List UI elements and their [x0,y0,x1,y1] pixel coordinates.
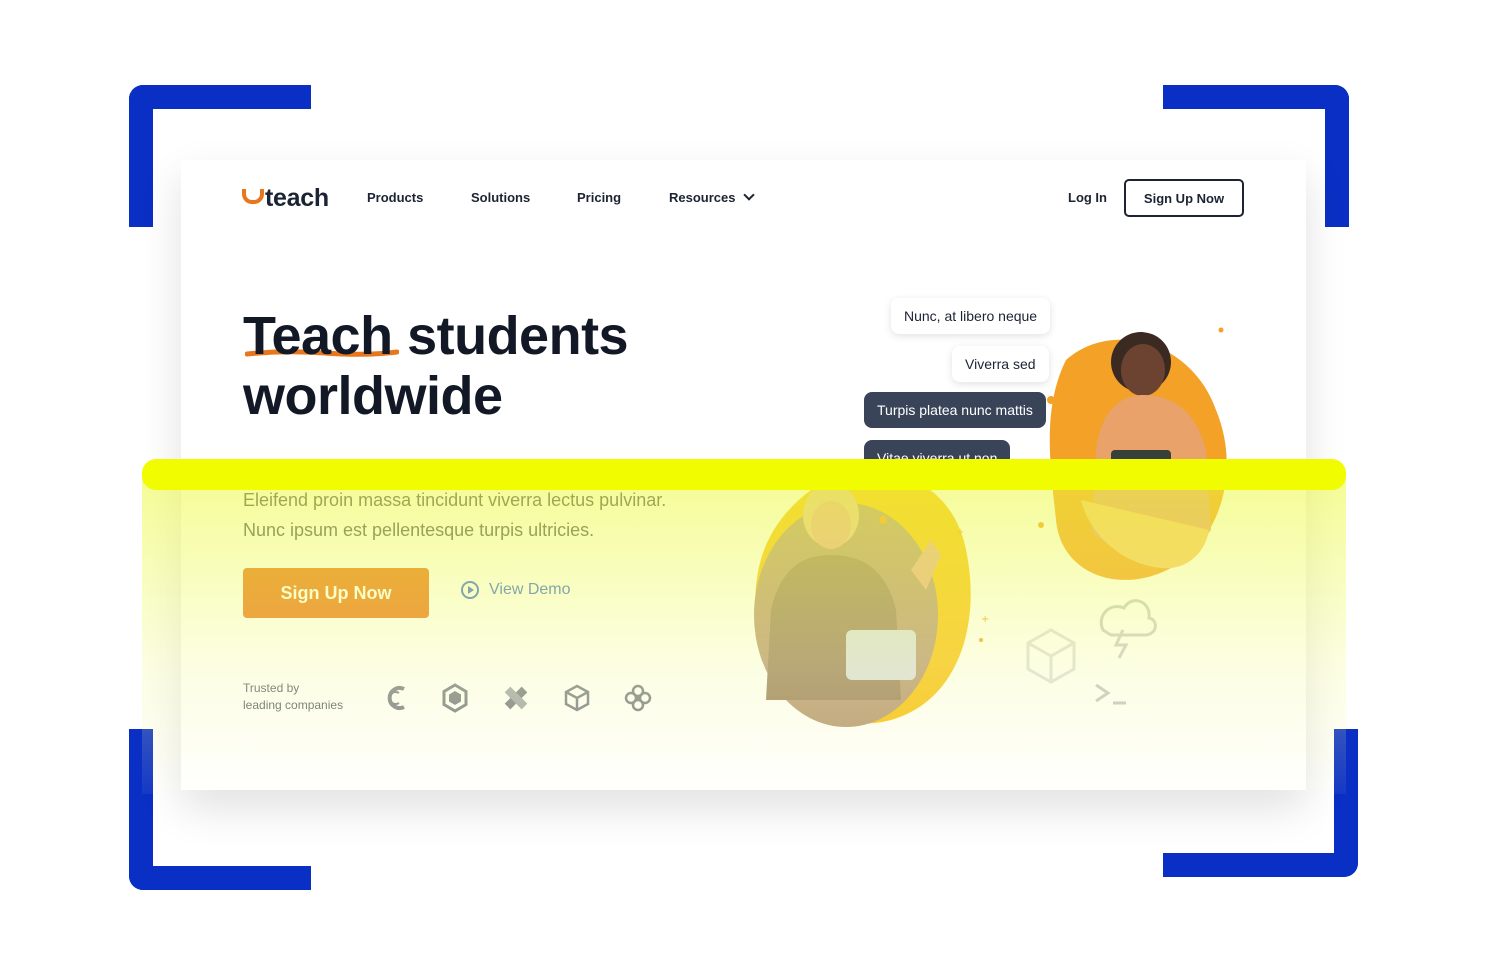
hero-title: Teach students worldwide [243,306,629,426]
logo-text: teach [265,184,329,212]
top-navigation: teach Products Solutions Pricing Resourc… [181,160,1306,236]
svg-text:+: + [981,614,989,625]
x-knot-icon [504,686,528,710]
nav-resources-label: Resources [669,190,736,205]
hero-subtitle: Eleifend proin massa tincidunt viverra l… [243,485,666,545]
chat-bubble-1: Nunc, at libero neque [891,298,1051,334]
play-icon [461,581,479,599]
login-link[interactable]: Log In [1068,190,1107,205]
view-demo-label: View Demo [489,581,571,598]
nav-resources[interactable]: Resources [669,189,756,205]
flower-icon [624,684,652,712]
highlight-scan-bar [142,459,1346,490]
chat-bubble-2: Viverra sed [952,346,1049,382]
cube-icon [564,684,590,712]
view-demo-link[interactable]: View Demo [461,581,571,599]
logo[interactable]: teach [242,184,329,213]
nav-solutions[interactable]: Solutions [471,190,530,205]
storm-cloud-icon [1099,599,1157,659]
hero-signup-button[interactable]: Sign Up Now [243,568,429,618]
chat-bubble-3: Turpis platea nunc mattis [864,392,1046,428]
trusted-label: Trusted by leading companies [243,680,343,714]
nav-products[interactable]: Products [367,190,423,205]
svg-text:+: + [956,527,964,538]
chevron-down-icon [743,189,756,201]
logo-u-icon [242,189,264,204]
hero-subtitle-line2: Nunc ipsum est pellentesque turpis ultri… [243,520,595,540]
nav-signup-button[interactable]: Sign Up Now [1124,179,1244,217]
c-mark-icon [387,686,405,710]
terminal-icon [1095,683,1126,705]
trusted-line1: Trusted by [243,681,300,695]
hero-title-line2: worldwide [243,366,503,426]
hexagon-icon [442,683,468,713]
cube-outline-icon [1026,628,1076,684]
nav-pricing[interactable]: Pricing [577,190,621,205]
trusted-line2: leading companies [243,698,344,712]
hero-title-line1: Teach students [243,306,629,366]
